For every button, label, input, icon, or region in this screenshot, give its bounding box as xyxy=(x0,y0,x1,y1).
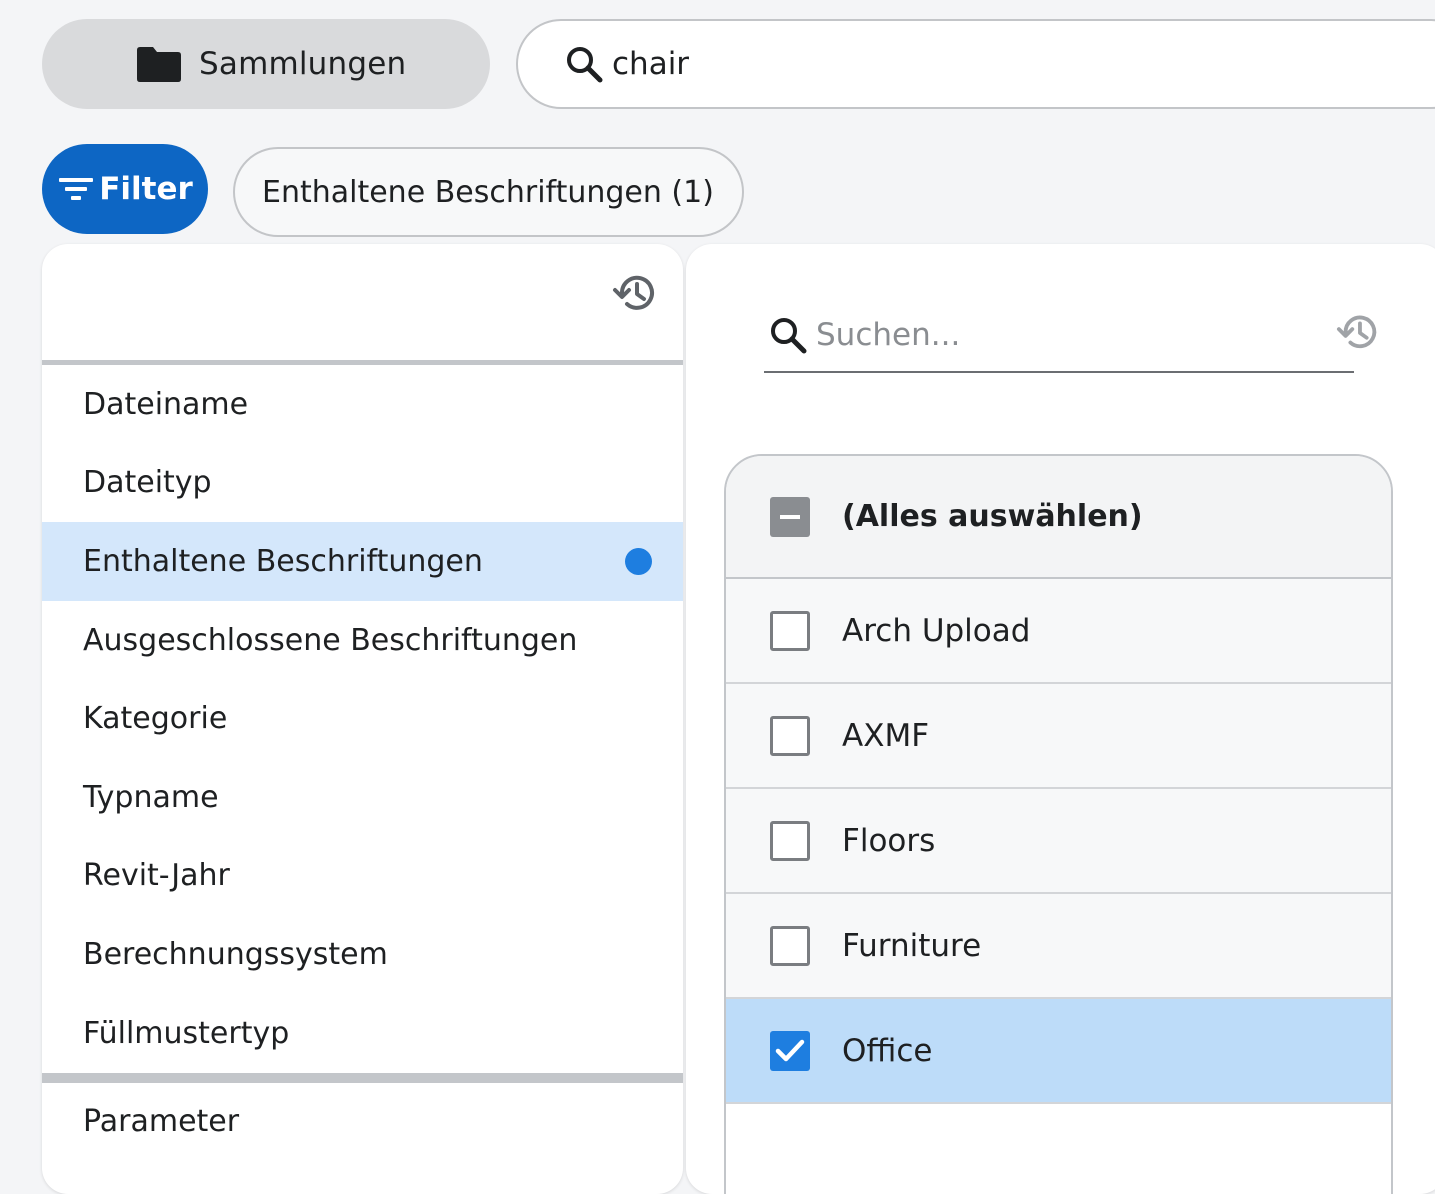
filter-icon xyxy=(59,178,94,200)
menu-item-fuellmustertyp[interactable]: Füllmustertyp xyxy=(42,994,683,1073)
menu-item-label: Parameter xyxy=(83,1104,240,1139)
menu-item-typname[interactable]: Typname xyxy=(42,758,683,837)
list-item-furniture[interactable]: Furniture xyxy=(726,894,1391,999)
menu-item-label: Revit-Jahr xyxy=(83,858,230,893)
folder-icon xyxy=(137,47,181,82)
list-item-label: Arch Upload xyxy=(842,613,1031,649)
values-list: (Alles auswählen) Arch Upload AXMF Floor… xyxy=(724,454,1393,1194)
menu-item-label: Enthaltene Beschriftungen xyxy=(83,544,483,579)
values-search-input[interactable]: Suchen... xyxy=(764,299,1377,373)
menu-item-dateityp[interactable]: Dateityp xyxy=(42,443,683,522)
filter-category-panel: Dateiname Dateityp Enthaltene Beschriftu… xyxy=(42,244,683,1194)
select-all-checkbox[interactable] xyxy=(770,497,810,537)
history-icon[interactable] xyxy=(612,269,660,317)
checkbox[interactable] xyxy=(770,611,810,651)
menu-item-enthaltene-beschriftungen[interactable]: Enthaltene Beschriftungen xyxy=(42,522,683,601)
search-icon xyxy=(567,47,603,83)
list-item-floors[interactable]: Floors xyxy=(726,789,1391,894)
collections-button[interactable]: Sammlungen xyxy=(42,19,490,109)
menu-item-dateiname[interactable]: Dateiname xyxy=(42,365,683,444)
checkmark-icon xyxy=(775,1039,805,1062)
active-filter-chip[interactable]: Enthaltene Beschriftungen (1) xyxy=(233,147,744,237)
select-all-label: (Alles auswählen) xyxy=(842,499,1143,534)
menu-item-label: Dateityp xyxy=(83,465,212,500)
checkbox[interactable] xyxy=(770,716,810,756)
search-value: chair xyxy=(612,46,690,82)
active-indicator-dot xyxy=(625,548,652,575)
search-icon xyxy=(771,318,807,354)
menu-item-label: Typname xyxy=(83,780,219,815)
checkbox[interactable] xyxy=(770,1031,810,1071)
menu-item-revit-jahr[interactable]: Revit-Jahr xyxy=(42,836,683,915)
list-item-label: Furniture xyxy=(842,928,982,964)
menu-item-label: Füllmustertyp xyxy=(83,1016,290,1051)
menu-item-ausgeschlossene-beschriftungen[interactable]: Ausgeschlossene Beschriftungen xyxy=(42,601,683,680)
menu-item-kategorie[interactable]: Kategorie xyxy=(42,679,683,758)
menu-item-label: Dateiname xyxy=(83,387,249,422)
filter-label: Filter xyxy=(99,171,193,207)
filter-button[interactable]: Filter xyxy=(42,144,208,234)
list-item-office[interactable]: Office xyxy=(726,999,1391,1104)
search-placeholder: Suchen... xyxy=(816,317,961,353)
filter-values-panel: Suchen... (Alles auswählen) Arch Upload … xyxy=(686,244,1435,1194)
list-item-label: Office xyxy=(842,1033,933,1069)
chip-label: Enthaltene Beschriftungen (1) xyxy=(262,174,714,210)
list-item-label: Floors xyxy=(842,823,936,859)
list-item-axmf[interactable]: AXMF xyxy=(726,684,1391,789)
menu-item-berechnungssystem[interactable]: Berechnungssystem xyxy=(42,915,683,994)
menu-item-label: Ausgeschlossene Beschriftungen xyxy=(83,623,578,658)
menu-item-label: Kategorie xyxy=(83,701,228,736)
list-item-label: AXMF xyxy=(842,718,930,754)
search-input[interactable]: chair xyxy=(516,19,1435,109)
menu-item-parameter[interactable]: Parameter xyxy=(42,1082,683,1161)
checkbox[interactable] xyxy=(770,926,810,966)
list-empty-area xyxy=(726,1104,1391,1194)
menu-item-label: Berechnungssystem xyxy=(83,937,388,972)
history-icon[interactable] xyxy=(1336,309,1382,355)
checkbox[interactable] xyxy=(770,821,810,861)
collections-label: Sammlungen xyxy=(199,46,407,82)
select-all-row[interactable]: (Alles auswählen) xyxy=(726,456,1391,579)
list-item-arch-upload[interactable]: Arch Upload xyxy=(726,579,1391,684)
